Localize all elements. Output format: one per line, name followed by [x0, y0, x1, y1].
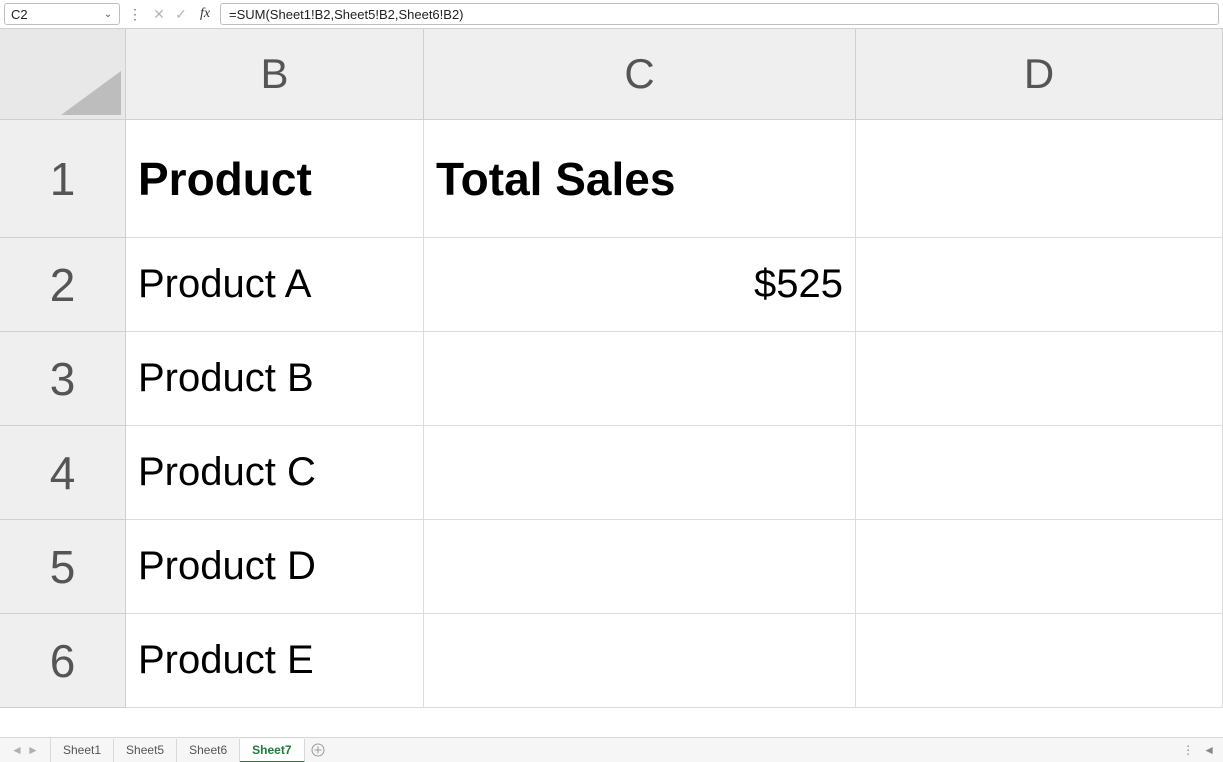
row-header-6[interactable]: 6 [0, 614, 126, 708]
sheet-nav-arrows: ◄ ► [0, 743, 50, 757]
col-header-D[interactable]: D [856, 29, 1223, 120]
table-row: 4 Product C [0, 426, 1223, 520]
cancel-formula-button[interactable]: ✕ [148, 0, 170, 28]
name-box[interactable]: C2 ⌄ [4, 3, 120, 25]
row-header-3[interactable]: 3 [0, 332, 126, 426]
separator-icon: ⋮ [120, 0, 148, 28]
row-header-1[interactable]: 1 [0, 120, 126, 238]
cell-C4[interactable] [424, 426, 856, 520]
cell-D5[interactable] [856, 520, 1223, 614]
scroll-left-icon[interactable]: ◄ [1203, 743, 1215, 757]
table-row: 3 Product B [0, 332, 1223, 426]
formula-input[interactable] [227, 6, 1212, 23]
select-all-corner[interactable] [0, 29, 126, 120]
row-header-4[interactable]: 4 [0, 426, 126, 520]
sheet-tab-active[interactable]: Sheet7 [240, 739, 304, 762]
sheet-prev-button[interactable]: ◄ [10, 743, 24, 757]
table-row: 2 Product A $525 [0, 238, 1223, 332]
cell-D1[interactable] [856, 120, 1223, 238]
cell-C5[interactable] [424, 520, 856, 614]
sheet-tab-bar: ◄ ► Sheet1 Sheet5 Sheet6 Sheet7 ⋮ ◄ [0, 737, 1223, 762]
table-row: 5 Product D [0, 520, 1223, 614]
sheet-next-button[interactable]: ► [26, 743, 40, 757]
confirm-formula-button[interactable]: ✓ [170, 0, 192, 28]
fx-icon[interactable]: fx [192, 0, 218, 28]
footer-right: ⋮ ◄ [1174, 743, 1223, 757]
cell-D2[interactable] [856, 238, 1223, 332]
name-box-text: C2 [11, 7, 101, 22]
cell-D6[interactable] [856, 614, 1223, 708]
sheet-tabs: Sheet1 Sheet5 Sheet6 Sheet7 [50, 738, 305, 762]
cell-C3[interactable] [424, 332, 856, 426]
formula-input-wrap [220, 3, 1219, 25]
cell-B5[interactable]: Product D [126, 520, 424, 614]
cell-B2[interactable]: Product A [126, 238, 424, 332]
plus-circle-icon [311, 743, 325, 757]
sheet-tab[interactable]: Sheet1 [51, 739, 114, 762]
cell-B4[interactable]: Product C [126, 426, 424, 520]
table-row: 1 Product Total Sales [0, 120, 1223, 238]
cell-C6[interactable] [424, 614, 856, 708]
add-sheet-button[interactable] [305, 738, 331, 762]
chevron-down-icon[interactable]: ⌄ [101, 9, 115, 20]
cell-D4[interactable] [856, 426, 1223, 520]
cell-B1[interactable]: Product [126, 120, 424, 238]
rows: 1 Product Total Sales 2 Product A $525 3… [0, 120, 1223, 708]
cell-B6[interactable]: Product E [126, 614, 424, 708]
col-header-C[interactable]: C [424, 29, 856, 120]
cell-C1[interactable]: Total Sales [424, 120, 856, 238]
table-row: 6 Product E [0, 614, 1223, 708]
row-header-5[interactable]: 5 [0, 520, 126, 614]
cell-B3[interactable]: Product B [126, 332, 424, 426]
column-headers: B C D [0, 29, 1223, 120]
sheet-tab[interactable]: Sheet6 [177, 739, 240, 762]
col-header-B[interactable]: B [126, 29, 424, 120]
row-header-2[interactable]: 2 [0, 238, 126, 332]
cell-C2[interactable]: $525 [424, 238, 856, 332]
sheet-tab[interactable]: Sheet5 [114, 739, 177, 762]
cell-D3[interactable] [856, 332, 1223, 426]
formula-bar: C2 ⌄ ⋮ ✕ ✓ fx [0, 0, 1223, 29]
kebab-icon[interactable]: ⋮ [1182, 743, 1193, 757]
spreadsheet-grid: B C D 1 Product Total Sales 2 Product A … [0, 29, 1223, 737]
